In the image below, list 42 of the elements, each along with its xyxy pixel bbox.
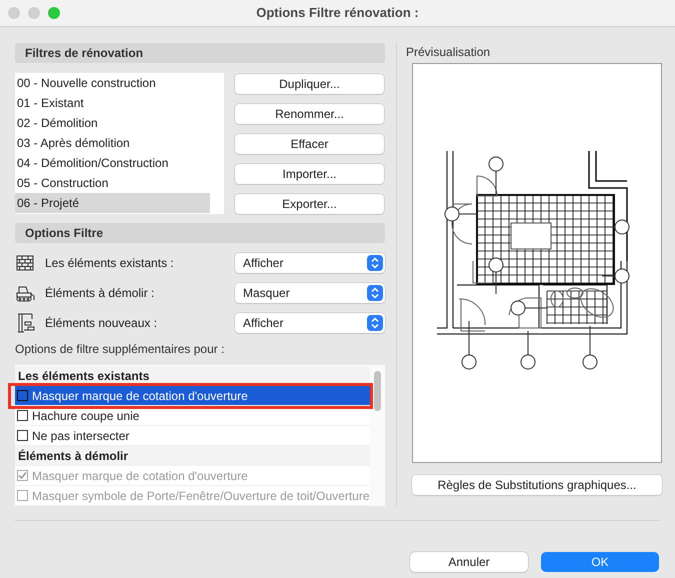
scrollbar-thumb[interactable] (374, 371, 381, 411)
option-row[interactable]: Masquer marque de cotation d'ouverture (15, 386, 370, 406)
checkbox[interactable] (17, 430, 28, 441)
field-label: Éléments nouveaux : (45, 315, 158, 332)
action-button[interactable]: Dupliquer... (235, 74, 384, 94)
cancel-button[interactable]: Annuler (410, 552, 528, 572)
field-label: Éléments à démolir : (45, 285, 156, 302)
brick-wall-icon (16, 255, 34, 271)
section-header: Filtres de rénovation (15, 43, 385, 63)
section-header: Options Filtre (15, 223, 385, 243)
minimize-button[interactable] (28, 7, 40, 19)
group-header: Éléments à démolir (15, 446, 370, 466)
list-item[interactable]: 01 - Existant (15, 93, 210, 113)
list-item[interactable]: 00 - Nouvelle construction (15, 73, 210, 93)
checkbox[interactable] (17, 390, 28, 401)
preview-label: Prévisualisation (406, 44, 492, 61)
window-title: Options Filtre rénovation : (256, 4, 419, 22)
dropdown[interactable]: Afficher (235, 253, 385, 273)
crane-icon (15, 313, 35, 333)
field-label: Les éléments existants : (45, 255, 175, 272)
close-button[interactable] (8, 7, 20, 19)
stepper-arrows-icon (367, 315, 383, 331)
action-button[interactable]: Exporter... (235, 194, 384, 214)
action-button[interactable]: Effacer (235, 134, 384, 154)
list-item[interactable]: 06 - Projeté (15, 193, 210, 213)
zoom-button[interactable] (48, 7, 60, 19)
list-item[interactable]: 04 - Démolition/Construction (15, 153, 210, 173)
action-button[interactable]: Importer... (235, 164, 384, 184)
list-item[interactable]: 05 - Construction (15, 173, 210, 193)
ok-button[interactable]: OK (541, 552, 659, 572)
stepper-arrows-icon (367, 285, 383, 301)
checkbox[interactable] (17, 410, 28, 421)
stepper-arrows-icon (367, 255, 383, 271)
bulldozer-icon (15, 284, 35, 302)
option-row[interactable]: Hachure coupe unie (15, 406, 370, 426)
list-item[interactable]: 03 - Après démolition (15, 133, 210, 153)
substitution-rules-button[interactable]: Règles de Substitutions graphiques... (412, 475, 662, 495)
action-button[interactable]: Renommer... (235, 104, 384, 124)
section-label: Options de filtre supplémentaires pour : (15, 341, 226, 358)
dropdown[interactable]: Afficher (235, 313, 385, 333)
dropdown[interactable]: Masquer (235, 283, 385, 303)
list-item[interactable]: 02 - Démolition (15, 113, 210, 133)
